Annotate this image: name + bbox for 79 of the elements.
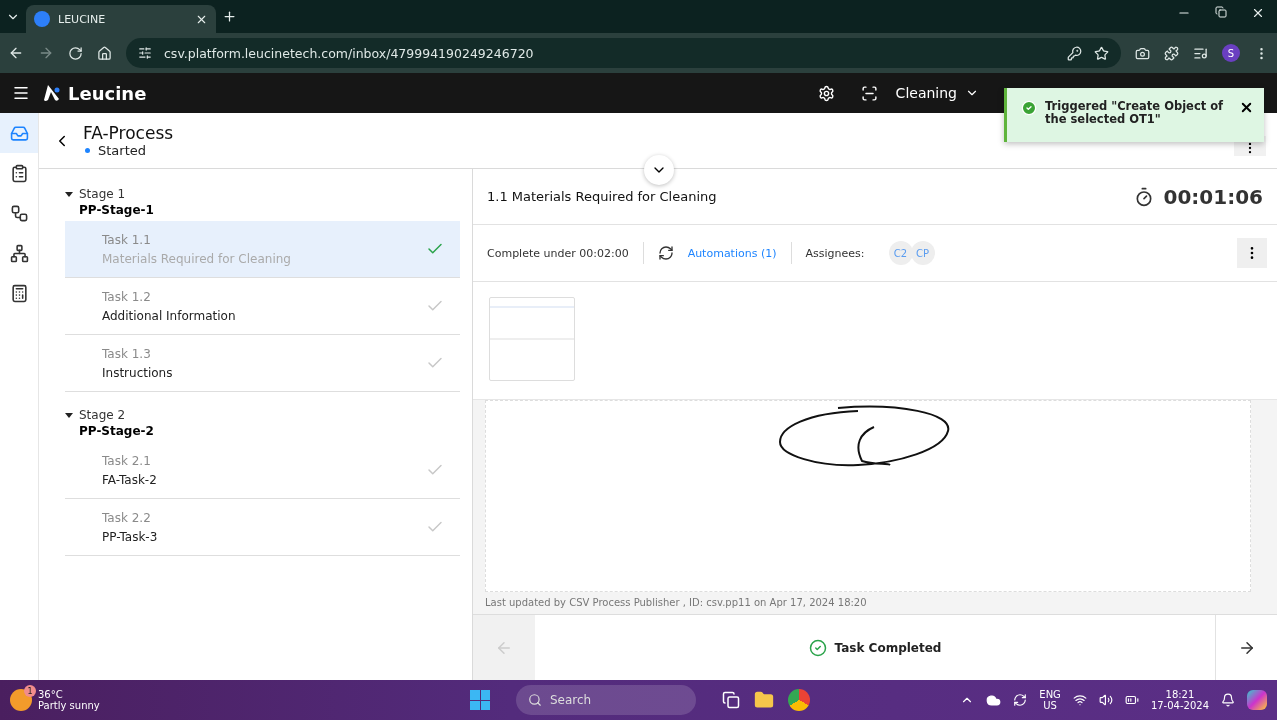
automations-link[interactable]: Automations (1) [687,246,777,260]
home-icon[interactable] [97,45,112,61]
menu-icon[interactable] [12,84,30,102]
media-icon[interactable] [1193,45,1208,61]
assignees-label: Assignees: [805,246,865,260]
weather-text: Partly sunny [38,700,100,711]
language-indicator[interactable]: ENG US [1039,689,1061,711]
volume-icon[interactable] [1098,693,1113,707]
stage-label: Stage 2 [79,408,127,422]
temperature-text: 36°C [38,689,64,700]
checklist-icon [9,163,29,183]
task-label: Task 2.1 [102,453,152,468]
flow-icon [9,203,29,223]
reload-icon[interactable] [68,45,83,61]
task-label: Task 2.2 [102,510,152,525]
task-name: PP-Task-3 [102,529,159,544]
folder-icon[interactable] [754,690,774,710]
report-icon [9,283,29,303]
site-settings-icon[interactable] [138,46,152,60]
close-icon[interactable] [1239,100,1254,115]
caret-icon[interactable] [65,192,73,197]
start-button[interactable] [470,690,490,710]
task-name: Instructions [102,365,174,380]
new-tab-button[interactable] [222,9,237,24]
notification-bell-icon[interactable] [1221,693,1235,707]
check-circle-icon [808,638,827,657]
back-icon[interactable] [8,45,24,61]
notification-badge: 1 [24,685,36,697]
wifi-icon[interactable] [1072,693,1087,707]
url-text: csv.platform.leucinetech.com/inbox/479994190249246720 [164,45,535,61]
key-icon[interactable] [1067,45,1082,61]
address-bar[interactable]: csv.platform.leucinetech.com/inbox/479994190249246720 [126,38,1121,68]
task-view-icon[interactable] [722,691,740,709]
battery-icon[interactable] [1124,693,1139,707]
hierarchy-icon [9,243,29,263]
logo-icon [42,83,62,103]
extensions-icon[interactable] [1164,45,1179,61]
inbox-icon [9,123,29,143]
time-limit-text: Complete under 00:02:00 [487,246,629,260]
task-label: Task 1.2 [102,289,152,304]
toast-message: Triggered "Create Object of the selected OT1" [1045,100,1225,127]
forward-icon[interactable] [38,45,54,61]
site-favicon-icon [34,11,50,27]
task-name: FA-Task-2 [102,472,158,487]
screenshot-thumbnail[interactable] [489,297,575,381]
stage-name: PP-Stage-1 [79,203,154,217]
task-label: Task 1.3 [102,346,152,361]
weather-icon [10,689,32,711]
profile-avatar[interactable]: S [1222,44,1240,62]
task-timer: 00:01:06 [1163,184,1263,209]
refresh-icon[interactable] [657,245,674,261]
last-updated-text: Last updated by CSV Process Publisher , ID: csv.pp11 on Apr 17, 2024 18:20 [485,596,868,610]
stage-name: PP-Stage-2 [79,424,154,438]
caret-icon[interactable] [65,413,73,418]
brand-name: Leucine [68,82,147,104]
task-name: Materials Required for Cleaning [102,251,292,266]
process-status: Started [83,143,174,158]
restore-icon[interactable] [1215,5,1227,18]
collapse-button[interactable] [644,155,674,185]
facility-dropdown[interactable]: Cleaning [889,84,985,102]
browser-icon[interactable] [788,689,810,711]
sync-icon[interactable] [1013,693,1028,707]
success-icon [1021,100,1037,116]
task-title: 1.1 Materials Required for Cleaning [487,189,718,204]
task-label: Task 1.1 [102,232,152,247]
search-icon [528,693,542,707]
clock[interactable]: 18:21 17-04-2024 [1150,689,1209,711]
task-completed-status: Task Completed [834,640,942,655]
camera-icon[interactable] [1135,45,1150,61]
task-name: Additional Information [102,308,237,323]
plus-icon [222,9,237,24]
browser-tab[interactable]: LEUCINE [26,5,216,33]
cloud-icon[interactable] [986,692,1002,708]
scan-icon[interactable] [860,84,878,102]
bookmark-star-icon[interactable] [1094,45,1109,61]
settings-icon[interactable] [817,84,835,102]
search-field[interactable]: Search [516,685,696,715]
process-title: FA-Process [83,123,174,143]
stage-label: Stage 1 [79,187,127,201]
